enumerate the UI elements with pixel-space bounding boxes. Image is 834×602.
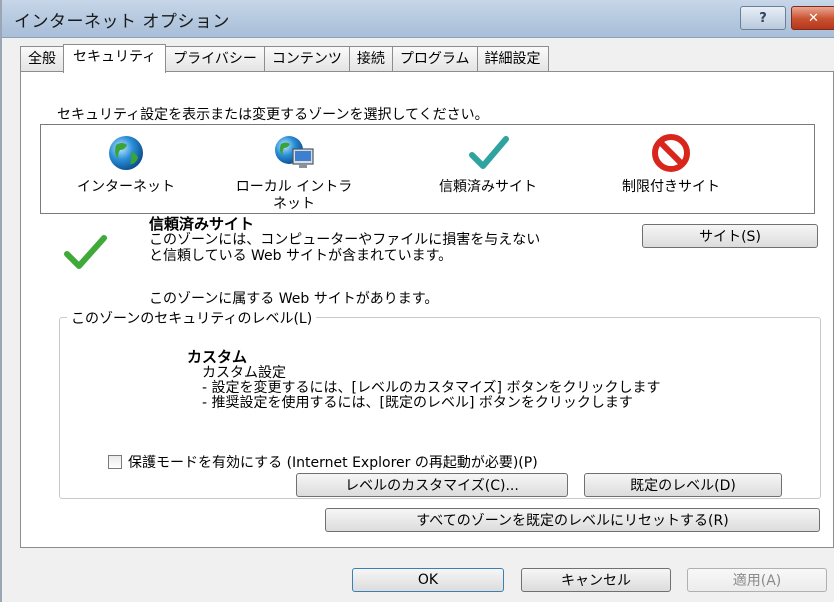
globe-icon [109,136,143,170]
zone-trusted-sites[interactable]: 信頼済みサイト [413,133,563,196]
zone-description-line1: このゾーンには、コンピューターやファイルに損害を与えない [149,232,541,248]
zone-local-intranet[interactable]: ローカル イントラネット [219,133,369,213]
zone-instruction: セキュリティ設定を表示または変更するゾーンを選択してください。 [57,107,489,123]
custom-level-button[interactable]: レベルのカスタマイズ(C)... [296,473,568,497]
security-level-title: カスタム [187,348,248,366]
selected-zone-heading: 信頼済みサイト [149,215,255,233]
zone-description-line2: と信頼している Web サイトが含まれています。 [149,248,453,264]
tab-programs[interactable]: プログラム [391,46,478,72]
security-level-group-title: このゾーンのセキュリティのレベル(L) [67,308,317,328]
level-line: - 設定を変更するには、[レベルのカスタマイズ] ボタンをクリックします [202,380,661,396]
zone-restricted-sites-label: 制限付きサイト [622,179,720,195]
protected-mode-label: 保護モードを有効にする (Internet Explorer の再起動が必要)(… [128,455,538,471]
tab-security[interactable]: セキュリティ [63,44,167,73]
help-button[interactable]: ? [740,6,786,30]
zone-restricted-sites[interactable]: 制限付きサイト [601,133,741,196]
close-icon: ✕ [808,10,819,26]
tab-connections[interactable]: 接続 [348,46,393,72]
help-icon: ? [759,10,767,26]
zone-status: このゾーンに属する Web サイトがあります。 [149,291,439,307]
window-title: インターネット オプション [14,12,230,32]
checkmark-icon [469,136,509,169]
zone-list: インターネット ローカル イントラネット 信頼済みサイト 制限付きサイト [40,124,815,214]
ok-button[interactable]: OK [352,568,504,592]
sites-button[interactable]: サイト(S) [642,224,818,248]
apply-button[interactable]: 適用(A) [687,568,827,592]
protected-mode-option[interactable]: 保護モードを有効にする (Internet Explorer の再起動が必要)(… [108,452,538,472]
close-button[interactable]: ✕ [791,6,834,30]
cancel-button[interactable]: キャンセル [521,568,671,592]
default-level-button[interactable]: 既定のレベル(D) [584,473,782,497]
zone-internet-label: インターネット [77,179,175,195]
trusted-checkmark-icon [64,235,107,269]
title-bar[interactable]: インターネット オプション ? ✕ [2,0,834,38]
security-level-description: カスタム設定 - 設定を変更するには、[レベルのカスタマイズ] ボタンをクリック… [202,366,792,411]
zone-internet[interactable]: インターネット [71,133,181,196]
level-line: - 推奨設定を使用するには、[既定のレベル] ボタンをクリックします [202,395,633,411]
prohibited-icon [652,134,690,172]
level-line: カスタム設定 [202,365,286,381]
tab-advanced[interactable]: 詳細設定 [476,46,549,72]
intranet-icon [275,136,314,168]
reset-all-zones-button[interactable]: すべてのゾーンを既定のレベルにリセットする(R) [325,508,820,532]
zone-trusted-sites-label: 信頼済みサイト [439,179,537,195]
tab-privacy[interactable]: プライバシー [165,46,265,72]
internet-options-window: インターネット オプション ? ✕ 全般 セキュリティ プライバシー コンテンツ… [0,0,834,602]
zone-local-intranet-label: ローカル イントラネット [235,179,353,212]
zone-description: このゾーンには、コンピューターやファイルに損害を与えない と信頼している Web… [149,232,629,264]
tab-general[interactable]: 全般 [20,46,64,72]
tab-content[interactable]: コンテンツ [263,46,350,72]
protected-mode-checkbox[interactable] [108,455,122,469]
tab-strip: 全般 セキュリティ プライバシー コンテンツ 接続 プログラム 詳細設定 [20,44,549,73]
